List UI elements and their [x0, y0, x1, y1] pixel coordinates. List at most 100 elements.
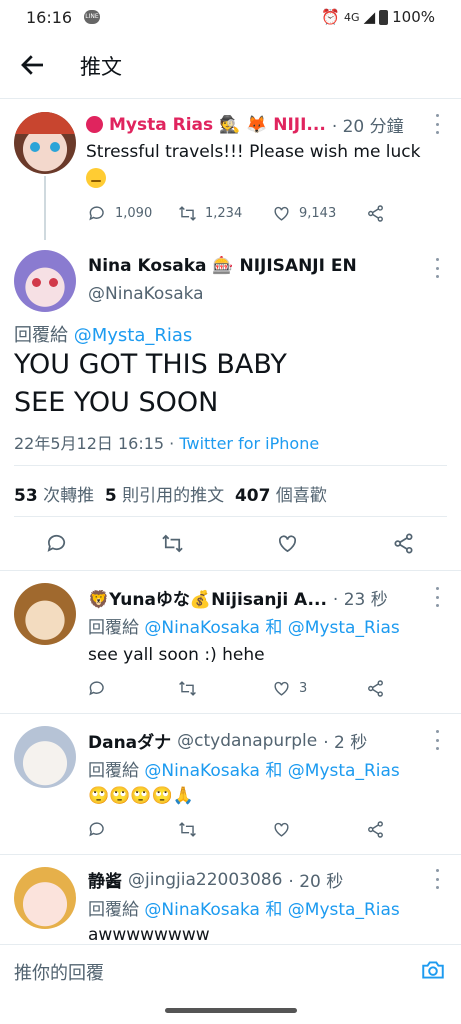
retweet-button[interactable] [161, 532, 184, 559]
heart-icon [274, 206, 289, 221]
author-name[interactable]: 静酱 [88, 867, 122, 892]
parent-tweet[interactable]: Mysta Rias 🕵 🦊 NIJI... · 20 分鐘 Stressful… [0, 100, 461, 240]
more-options-icon[interactable] [434, 587, 440, 607]
worried-emoji [86, 166, 452, 190]
reply-tweet[interactable]: 静酱 @jingjia22003086 · 20 秒 回覆給 @NinaKosa… [0, 855, 461, 943]
reply-to-line: 回覆給 @Mysta_Rias [14, 321, 192, 347]
reply-to-link[interactable]: @NinaKosaka 和 @Mysta_Rias [144, 618, 399, 638]
stats-divider [14, 516, 447, 517]
retweet-icon [179, 206, 196, 221]
avatar-mysta[interactable] [14, 112, 76, 174]
status-time: 16:16 [26, 8, 73, 27]
like-action[interactable] [272, 820, 291, 839]
like-count: 3 [299, 681, 308, 696]
retweet-action[interactable] [178, 820, 197, 839]
tweet-text-content: Stressful travels!!! Please wish me luck [86, 142, 421, 162]
tweet-text: awwwwwwww [88, 925, 210, 943]
author-handle[interactable]: @jingjia22003086 [128, 870, 282, 890]
reply-icon [89, 206, 104, 221]
reply-button[interactable] [46, 532, 69, 559]
tweet-text: see yall soon :) hehe [88, 645, 265, 665]
retweets-label[interactable]: 次轉推 [43, 486, 94, 506]
reply-to-label: 回覆給 [88, 618, 139, 638]
network-label: 4G [344, 10, 360, 24]
reply-to-label: 回覆給 [88, 761, 139, 781]
more-options-icon[interactable] [434, 258, 440, 278]
reply-to-link[interactable]: @Mysta_Rias [74, 325, 193, 346]
reply-to-label: 回覆給 [14, 325, 68, 346]
like-action[interactable]: 9,143 [272, 204, 336, 223]
reply-to-line: 回覆給 @NinaKosaka 和 @Mysta_Rias [88, 613, 400, 638]
heart-icon [278, 535, 297, 553]
page-title: 推文 [80, 55, 122, 79]
share-icon [394, 533, 413, 554]
reply-count: 1,090 [115, 206, 153, 221]
reply-to-line: 回覆給 @NinaKosaka 和 @Mysta_Rias [88, 895, 400, 920]
reply-icon [47, 534, 66, 552]
quotes-count[interactable]: 5 [105, 486, 117, 506]
retweet-icon [179, 681, 196, 696]
reply-to-link[interactable]: @NinaKosaka 和 @Mysta_Rias [144, 761, 399, 781]
header-divider [0, 98, 461, 99]
reply-to-link[interactable]: @NinaKosaka 和 @Mysta_Rias [144, 900, 399, 920]
author-name[interactable]: Nina Kosaka 🎰 NIJISANJI EN [88, 256, 357, 276]
tweet-client[interactable]: Twitter for iPhone [179, 434, 319, 453]
line-notification-icon: LINE [84, 10, 100, 24]
top-bar: 推文 [0, 36, 461, 98]
share-action[interactable] [366, 204, 385, 223]
author-handle[interactable]: @NinaKosaka [88, 284, 204, 304]
alarm-icon: ⏰ [321, 8, 341, 26]
heart-icon [274, 822, 289, 837]
camera-button[interactable] [420, 957, 446, 987]
more-options-icon[interactable] [434, 114, 440, 134]
like-count: 9,143 [299, 206, 337, 221]
retweet-action[interactable]: 1,234 [178, 204, 242, 223]
battery-icon [379, 9, 389, 25]
like-action[interactable]: 3 [272, 679, 307, 698]
author-name[interactable]: 🦁Yunaゆな💰Nijisanji A... [88, 585, 327, 610]
reply-action[interactable]: 1,090 [88, 204, 152, 223]
retweet-icon [179, 822, 196, 837]
retweets-count[interactable]: 53 [14, 486, 38, 506]
reply-action[interactable] [88, 820, 107, 839]
reply-action[interactable] [88, 679, 107, 698]
retweet-icon [162, 534, 183, 553]
reply-tweet[interactable]: Danaダナ @ctydanapurple · 2 秒 回覆給 @NinaKos… [0, 714, 461, 854]
author-name[interactable]: Mysta Rias 🕵 🦊 NIJI... [109, 115, 326, 135]
reply-to-label: 回覆給 [88, 900, 139, 920]
avatar-jingjiang[interactable] [14, 867, 76, 929]
heart-icon [274, 681, 289, 696]
reply-composer[interactable]: 推你的回覆 [0, 944, 461, 996]
more-options-icon[interactable] [434, 730, 440, 750]
reply-tweet[interactable]: 🦁Yunaゆな💰Nijisanji A... · 23 秒 回覆給 @NinaK… [0, 571, 461, 713]
avatar-yuna[interactable] [14, 583, 76, 645]
tweet-text: 🙄🙄🙄🙄🙏 [88, 786, 194, 806]
share-button[interactable] [392, 532, 415, 559]
share-action[interactable] [366, 679, 385, 698]
reply-icon [89, 822, 104, 837]
likes-count[interactable]: 407 [235, 486, 271, 506]
share-action[interactable] [366, 820, 385, 839]
status-bar: 16:16 LINE ⏰ 4G ◢ 100% [0, 0, 461, 36]
retweet-action[interactable] [178, 679, 197, 698]
tweet-time: · 20 分鐘 [331, 117, 404, 137]
verified-pink-icon [86, 116, 103, 133]
like-button[interactable] [276, 532, 299, 559]
author-name[interactable]: Danaダナ [88, 728, 171, 753]
quotes-label[interactable]: 則引用的推文 [122, 486, 224, 506]
reply-input[interactable]: 推你的回覆 [14, 959, 104, 985]
back-button[interactable] [18, 50, 48, 80]
avatar-nina[interactable] [14, 250, 76, 312]
tweet-line-2: SEE YOU SOON [14, 387, 219, 418]
tweet-time: · 20 秒 [288, 872, 344, 892]
likes-label[interactable]: 個喜歡 [276, 486, 327, 506]
share-icon [368, 680, 383, 697]
author-handle[interactable]: @ctydanapurple [177, 731, 317, 751]
tweet-datetime: 22年5月12日 16:15 · [14, 434, 175, 453]
signal-icon: ◢ [363, 8, 376, 26]
avatar-dana[interactable] [14, 726, 76, 788]
home-indicator[interactable] [165, 1008, 297, 1013]
battery-label: 100% [392, 8, 435, 26]
share-icon [368, 205, 383, 222]
more-options-icon[interactable] [434, 869, 440, 889]
